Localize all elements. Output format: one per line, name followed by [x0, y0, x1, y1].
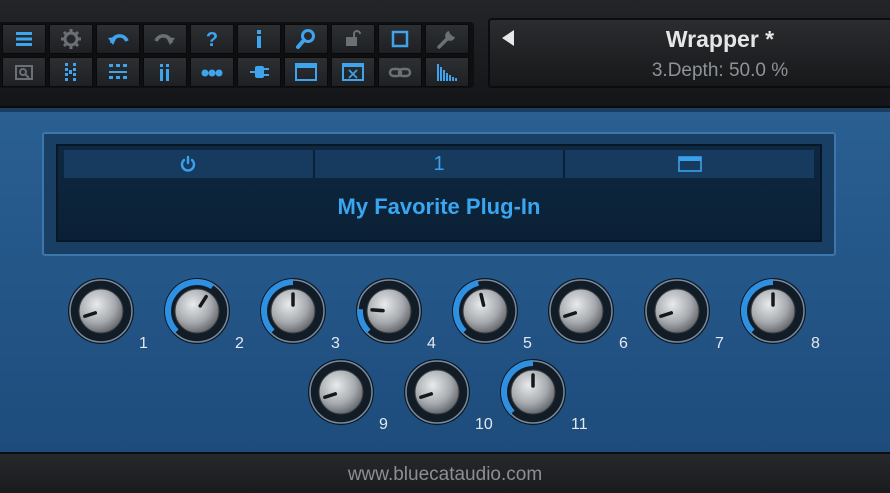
- redo-icon: [154, 34, 175, 45]
- knob-label-11: 11: [571, 416, 588, 433]
- knob-8[interactable]: [739, 277, 807, 345]
- plugin-slot-frame: 1 My Favorite Plug-In: [42, 132, 836, 256]
- knob-label-5: 5: [523, 335, 532, 352]
- knob-dial-2: [164, 278, 230, 344]
- spectrum-button[interactable]: [425, 57, 469, 87]
- knob-dial-3: [260, 278, 326, 344]
- knob-label-1: 1: [139, 335, 148, 352]
- knob-dial-9: [308, 359, 374, 425]
- settings-gear-icon: [61, 29, 81, 49]
- knob-4[interactable]: [355, 277, 423, 345]
- help-question-icon: ?: [206, 29, 218, 51]
- knob-dial-11: [500, 359, 566, 425]
- knob-7[interactable]: [643, 277, 711, 345]
- knob-1[interactable]: [67, 277, 135, 345]
- menu-icon: [16, 32, 32, 46]
- knob-2[interactable]: [163, 277, 231, 345]
- wrench-icon: [437, 31, 455, 49]
- link-button[interactable]: [378, 57, 422, 87]
- knob-label-3: 3: [331, 335, 340, 352]
- knob-dial-4: [356, 278, 422, 344]
- search-icon: [296, 29, 315, 49]
- knob-3[interactable]: [259, 277, 327, 345]
- wrench-button[interactable]: [425, 24, 469, 54]
- parameter-readout: 3.Depth: 50.0 %: [651, 60, 789, 81]
- main-panel: 1 My Favorite Plug-In 1 2 3 4 5 6 7 8 9 …: [0, 108, 890, 454]
- lock-icon: [346, 30, 361, 46]
- window-button[interactable]: [284, 57, 328, 87]
- knob-dial-6: [548, 278, 614, 344]
- knob-6[interactable]: [547, 277, 615, 345]
- slot-power-button[interactable]: [64, 150, 315, 178]
- knob-label-10: 10: [475, 416, 493, 433]
- plugin-slot[interactable]: 1 My Favorite Plug-In: [56, 144, 822, 242]
- slot-number[interactable]: 1: [314, 150, 566, 178]
- meters-button[interactable]: [143, 57, 187, 87]
- slot-edit-button[interactable]: [565, 150, 815, 178]
- plug-button[interactable]: [237, 57, 281, 87]
- knob-dial-7: [644, 278, 710, 344]
- chain-dots-button[interactable]: [190, 57, 234, 87]
- parameters-icon: [65, 63, 76, 81]
- plugin-name: My Favorite Plug-In: [337, 194, 541, 219]
- close-window-button[interactable]: [331, 57, 375, 87]
- knob-dial-1: [68, 278, 134, 344]
- knob-label-4: 4: [427, 335, 436, 352]
- knob-10[interactable]: [403, 358, 471, 426]
- svg-text:?: ?: [206, 29, 218, 51]
- power-icon: [181, 155, 196, 172]
- plug-icon: [250, 66, 269, 78]
- knob-11[interactable]: [499, 358, 567, 426]
- chain-dots-icon: [201, 69, 223, 77]
- close-window-icon: [342, 63, 364, 81]
- knob-5[interactable]: [451, 277, 519, 345]
- top-toolbar: ? Wrapper * 3.Depth: 50.0 %: [0, 0, 890, 108]
- link-icon: [388, 67, 412, 78]
- knob-label-7: 7: [715, 335, 724, 352]
- preset-browser-icon: [15, 65, 33, 80]
- meters-icon: [160, 64, 169, 81]
- undo-button[interactable]: [96, 24, 140, 54]
- square-icon: [391, 30, 409, 48]
- search-button[interactable]: [284, 24, 328, 54]
- footer: www.bluecataudio.com: [0, 452, 890, 493]
- undo-icon: [108, 34, 129, 45]
- preset-name: Wrapper *: [665, 26, 775, 52]
- knob-dial-10: [404, 359, 470, 425]
- knob-label-8: 8: [811, 335, 820, 352]
- knob-label-9: 9: [379, 416, 388, 433]
- square-button[interactable]: [378, 24, 422, 54]
- slot-header: 1: [64, 150, 815, 178]
- parameters-button[interactable]: [49, 57, 93, 87]
- knob-dial-5: [452, 278, 518, 344]
- info-button[interactable]: [237, 24, 281, 54]
- knob-label-2: 2: [235, 335, 244, 352]
- grid-icon: [109, 64, 127, 79]
- help-question-button[interactable]: ?: [190, 24, 234, 54]
- lock-button[interactable]: [331, 24, 375, 54]
- preset-display[interactable]: Wrapper * 3.Depth: 50.0 %: [488, 18, 890, 88]
- spectrum-icon: [437, 64, 457, 81]
- settings-gear-button[interactable]: [49, 24, 93, 54]
- preset-browser-button[interactable]: [2, 57, 46, 87]
- icon-toolbar: ?: [0, 22, 474, 88]
- redo-button[interactable]: [143, 24, 187, 54]
- knob-dial-8: [740, 278, 806, 344]
- menu-button[interactable]: [2, 24, 46, 54]
- window-icon: [295, 63, 317, 81]
- grid-button[interactable]: [96, 57, 140, 87]
- window-icon: [677, 156, 702, 172]
- knob-9[interactable]: [307, 358, 375, 426]
- website-link[interactable]: www.bluecataudio.com: [0, 464, 890, 486]
- info-icon: [257, 30, 261, 48]
- knob-label-6: 6: [619, 335, 628, 352]
